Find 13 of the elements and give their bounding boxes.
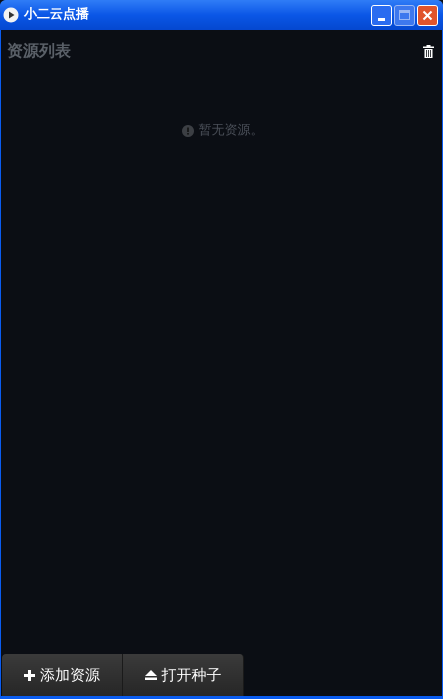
panel-title: 资源列表	[7, 40, 71, 62]
add-resource-button[interactable]: 添加资源	[2, 654, 123, 696]
close-icon	[422, 10, 433, 20]
plus-icon	[24, 670, 35, 680]
play-icon	[3, 7, 19, 23]
window-title: 小二云点播	[24, 6, 89, 24]
minimize-button[interactable]	[371, 4, 392, 26]
eject-icon	[144, 670, 156, 680]
info-icon	[182, 124, 194, 137]
trash-icon[interactable]	[423, 44, 434, 58]
open-torrent-button[interactable]: 打开种子	[123, 654, 244, 696]
close-button[interactable]	[417, 4, 438, 26]
empty-message: 暂无资源。	[198, 122, 264, 140]
